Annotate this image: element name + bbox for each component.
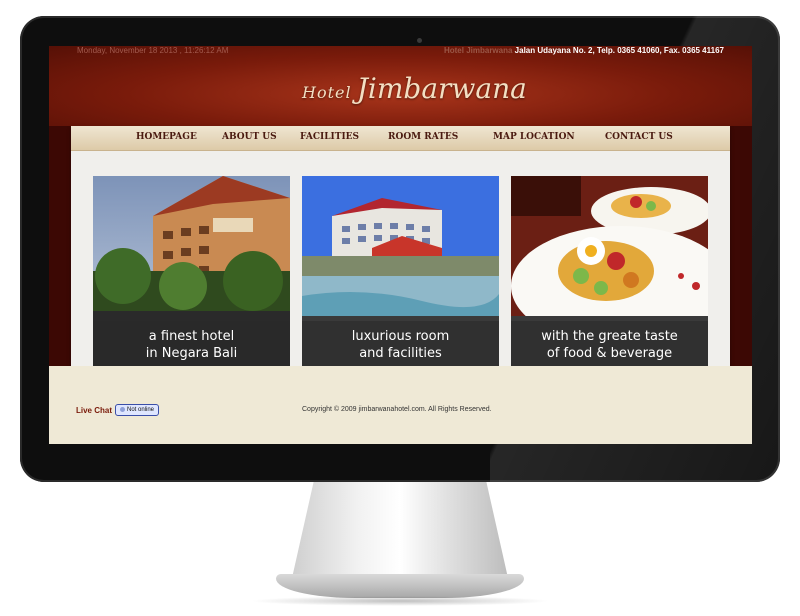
tile-caption-line2: in Negara Bali	[145, 346, 238, 361]
tile-caption: with the greate taste of food & beverage	[511, 321, 708, 369]
tile-caption-line1: with the greate taste	[541, 329, 678, 344]
hotel-photo-tile[interactable]: a finest hotel in Negara Bali	[93, 176, 290, 369]
top-hotel-name: Hotel Jimbarwana	[443, 46, 513, 55]
browser-screen: Hotel Jimbarwana Monday, November 18 201…	[49, 46, 752, 444]
status-dot-icon	[119, 406, 125, 412]
tile-caption-line1: luxurious room	[351, 329, 450, 344]
site-logo[interactable]: Hotel Jimbarwana	[302, 72, 527, 116]
pool-photo-tile[interactable]: luxurious room and facilities	[302, 176, 499, 369]
contact-address: Hotel Jimbarwana Jalan Udayana No. 2, Te…	[444, 46, 724, 56]
current-datetime: Monday, November 18 2013 , 11:26:12 AM	[77, 46, 229, 55]
monitor-base	[276, 574, 524, 598]
nav-homepage[interactable]: HOMEPAGE	[136, 132, 197, 142]
nav-contact-us[interactable]: CONTACT US	[605, 132, 673, 142]
tile-caption: luxurious room and facilities	[302, 321, 499, 369]
live-chat-label[interactable]: Live Chat	[76, 406, 112, 415]
tile-caption-line2: of food & beverage	[546, 346, 673, 361]
nav-about-us[interactable]: ABOUT US	[222, 132, 277, 142]
chat-status-button[interactable]: Not online	[115, 404, 159, 416]
logo-small-text: Hotel	[302, 83, 352, 102]
base-shadow	[250, 596, 550, 606]
logo-big-text: Jimbarwana	[356, 72, 527, 105]
content-panel: HOMEPAGE ABOUT US FACILITIES ROOM RATES …	[71, 126, 730, 394]
chat-status-text: Not online	[126, 407, 155, 413]
monitor-bezel: Hotel Jimbarwana Monday, November 18 201…	[20, 16, 780, 482]
top-info-bar: Monday, November 18 2013 , 11:26:12 AM H…	[49, 46, 752, 60]
nav-map-location[interactable]: MAP LOCATION	[493, 132, 575, 142]
address-text: Jalan Udayana No. 2, Telp. 0365 41060, F…	[514, 46, 724, 55]
copyright-text: Copyright © 2009 jimbarwanahotel.com. Al…	[302, 406, 492, 413]
monitor-stand	[292, 482, 508, 578]
main-nav: HOMEPAGE ABOUT US FACILITIES ROOM RATES …	[71, 126, 730, 151]
nav-room-rates[interactable]: ROOM RATES	[388, 132, 458, 142]
tile-caption-line1: a finest hotel	[148, 329, 235, 344]
webcam-icon	[417, 38, 422, 43]
site-footer: Live Chat Not online Copyright © 2009 ji…	[49, 366, 752, 444]
tile-caption-line2: and facilities	[359, 346, 442, 361]
nav-facilities[interactable]: FACILITIES	[300, 132, 359, 142]
tile-caption: a finest hotel in Negara Bali	[93, 321, 290, 369]
food-photo-tile[interactable]: with the greate taste of food & beverage	[511, 176, 708, 369]
